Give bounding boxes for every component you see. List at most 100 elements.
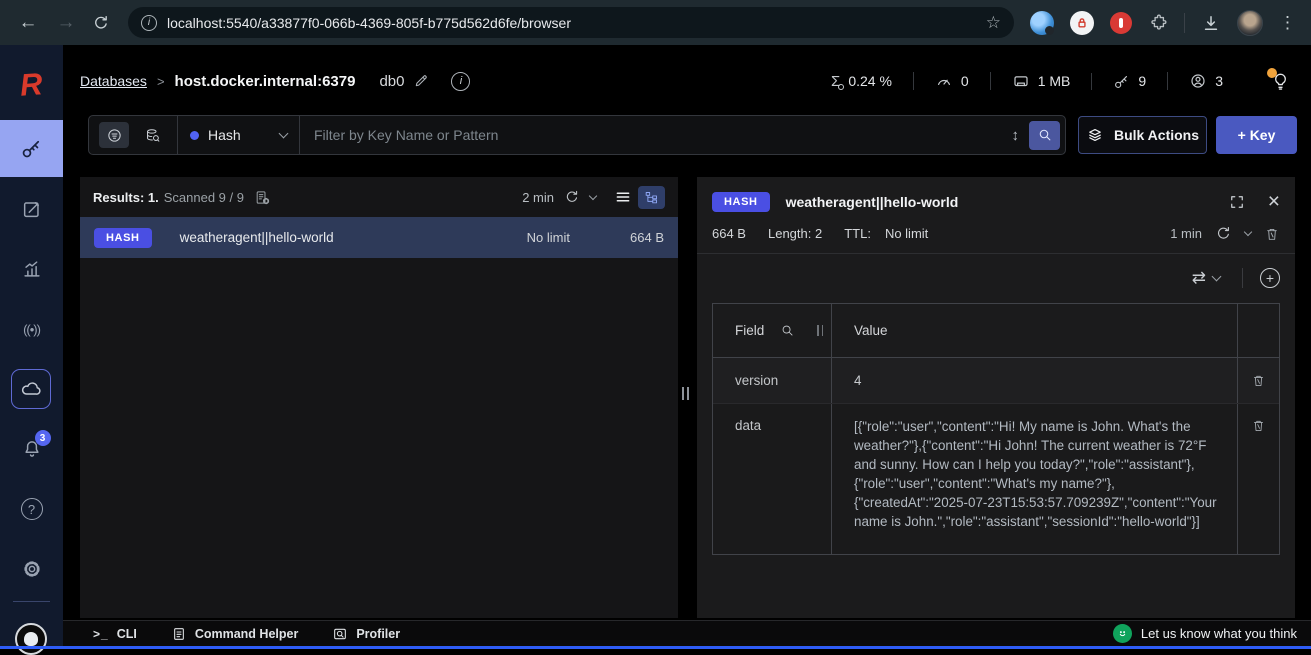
browser-back-icon[interactable]: ← <box>16 12 40 34</box>
close-details-icon[interactable]: × <box>1268 191 1280 212</box>
bookmark-star-icon[interactable]: ☆ <box>986 13 1001 33</box>
value-cell[interactable]: [{"role":"user","content":"Hi! My name i… <box>831 404 1237 554</box>
sidebar-item-browser[interactable] <box>0 120 63 177</box>
bulk-actions-label: Bulk Actions <box>1114 127 1199 143</box>
notification-badge: 3 <box>35 430 51 446</box>
downloads-icon[interactable] <box>1201 13 1221 33</box>
refresh-options-chevron[interactable] <box>589 191 597 199</box>
url-text[interactable]: localhost:5540/a33877f0-066b-4369-805f-b… <box>167 15 976 31</box>
delete-field-icon[interactable] <box>1251 418 1266 433</box>
profiler-button[interactable]: Profiler <box>332 626 400 642</box>
address-bar[interactable]: i localhost:5540/a33877f0-066b-4369-805f… <box>128 7 1014 38</box>
extension-icon-blue[interactable] <box>1030 11 1054 35</box>
field-cell[interactable]: version <box>735 373 778 388</box>
filter-by-type-icon[interactable] <box>99 122 129 148</box>
sort-updown-icon[interactable]: ↕ <box>1012 127 1020 144</box>
browser-menu-icon[interactable]: ⋮ <box>1279 13 1296 33</box>
list-refresh-interval: 2 min <box>522 190 554 205</box>
insights-notification-dot <box>1267 68 1277 78</box>
key-filter-input[interactable] <box>300 127 1012 143</box>
redis-logo[interactable]: R <box>0 67 63 103</box>
clients-value: 3 <box>1215 73 1223 89</box>
table-row: data [{"role":"user","content":"Hi! My n… <box>713 404 1279 554</box>
cpu-value: 0.24 % <box>848 73 892 89</box>
delete-field-icon[interactable] <box>1251 373 1266 388</box>
feedback-button[interactable]: Let us know what you think <box>1113 624 1297 643</box>
edit-alias-icon[interactable] <box>413 73 429 89</box>
key-list-header: Results: 1. Scanned 9 / 9 2 min <box>80 177 678 217</box>
field-column-header: Field <box>735 323 764 338</box>
scan-more-icon[interactable] <box>254 189 271 206</box>
tree-view-icon[interactable] <box>638 186 665 209</box>
view-toggles <box>614 186 665 209</box>
chevron-down-icon <box>279 129 289 139</box>
site-info-icon[interactable]: i <box>141 15 157 31</box>
ttl-value[interactable]: No limit <box>885 226 928 241</box>
browser-reload-icon[interactable] <box>92 14 116 32</box>
app-sidebar: R ((•)) 3 ? <box>0 45 63 649</box>
sidebar-item-cloud[interactable] <box>11 369 51 409</box>
browser-forward-icon[interactable]: → <box>54 12 78 34</box>
apply-search-button[interactable] <box>1029 121 1060 150</box>
format-switch-icon[interactable]: ⇄ <box>1192 268 1206 288</box>
keys-value: 9 <box>1138 73 1146 89</box>
sidebar-item-analytics[interactable] <box>0 257 63 281</box>
ttl-label: TTL: <box>844 226 871 241</box>
search-in-values-icon[interactable] <box>137 122 167 148</box>
db-alias: db0 <box>379 73 404 90</box>
cli-button[interactable]: >_ CLI <box>93 627 137 641</box>
db-info-glyph: i <box>460 75 462 87</box>
key-filter-bar: Hash ↕ <box>88 115 1066 155</box>
details-length: Length: 2 <box>768 226 822 241</box>
sidebar-item-help[interactable]: ? <box>0 497 63 521</box>
sidebar-item-notifications[interactable]: 3 <box>0 437 63 461</box>
browser-toolbar: ← → i localhost:5540/a33877f0-066b-4369-… <box>0 0 1311 45</box>
app-main: Databases > host.docker.internal:6379 db… <box>63 45 1311 649</box>
sidebar-item-settings[interactable] <box>0 557 63 581</box>
bulk-actions-button[interactable]: Bulk Actions <box>1078 116 1207 154</box>
key-details-header: HASH weatheragent||hello-world × <box>712 177 1280 212</box>
cli-prompt-icon: >_ <box>93 627 109 641</box>
profiler-label: Profiler <box>356 627 400 641</box>
details-refresh-chevron[interactable] <box>1244 228 1252 236</box>
table-header-row: Field Value <box>713 304 1279 358</box>
extension-icon-red[interactable] <box>1110 12 1132 34</box>
add-field-icon[interactable]: + <box>1260 268 1280 288</box>
github-avatar[interactable] <box>15 623 47 655</box>
delete-key-icon[interactable] <box>1264 226 1280 242</box>
details-refresh-interval: 1 min <box>1170 226 1202 241</box>
details-key-name[interactable]: weatheragent||hello-world <box>786 194 1228 210</box>
key-type-dropdown[interactable]: Hash <box>178 116 300 154</box>
toolbar-divider <box>1184 13 1185 33</box>
commands-value: 0 <box>961 73 969 89</box>
details-refresh-icon[interactable] <box>1215 225 1232 242</box>
extension-icon-lock[interactable] <box>1070 11 1094 35</box>
value-cell[interactable]: 4 <box>831 358 1237 403</box>
list-refresh-icon[interactable] <box>564 189 580 205</box>
insights-bulb-icon[interactable] <box>1270 71 1291 92</box>
format-chevron[interactable] <box>1212 272 1222 282</box>
panel-resize-handle[interactable] <box>682 387 689 400</box>
db-info-icon[interactable]: i <box>451 72 470 91</box>
browser-profile-avatar[interactable] <box>1237 10 1263 36</box>
list-view-icon[interactable] <box>614 188 632 206</box>
breadcrumb-separator: > <box>157 74 165 89</box>
fullscreen-icon[interactable] <box>1228 193 1246 211</box>
key-list-row[interactable]: HASH weatheragent||hello-world No limit … <box>80 217 678 258</box>
command-helper-button[interactable]: Command Helper <box>171 626 299 642</box>
field-search-icon[interactable] <box>780 323 795 338</box>
field-cell[interactable]: data <box>735 418 761 433</box>
memory-value: 1 MB <box>1038 73 1071 89</box>
extensions-puzzle-icon[interactable] <box>1148 13 1168 33</box>
column-resize-handle[interactable] <box>817 325 823 336</box>
cli-label: CLI <box>117 627 137 641</box>
breadcrumb-databases-link[interactable]: Databases <box>80 73 147 89</box>
sidebar-item-pubsub[interactable]: ((•)) <box>0 317 63 341</box>
sidebar-item-workbench[interactable] <box>0 197 63 221</box>
site-info-glyph: i <box>148 17 150 28</box>
filter-mode-toggle <box>89 116 178 154</box>
stat-cpu: Σ 0.24 % <box>810 73 913 89</box>
key-type-selected: Hash <box>208 127 271 143</box>
add-key-button[interactable]: + Key <box>1216 116 1297 154</box>
layers-icon <box>1086 126 1104 144</box>
